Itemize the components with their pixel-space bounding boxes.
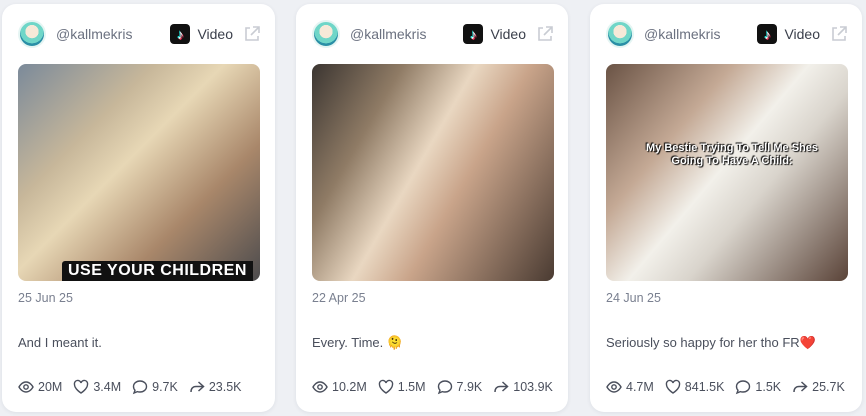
comments-stat: 7.9K: [437, 379, 483, 395]
avatar[interactable]: [312, 20, 340, 48]
comment-icon: [132, 380, 148, 395]
post-thumbnail[interactable]: USE YOUR CHILDREN: [18, 64, 260, 281]
post-type-label: Video: [490, 26, 526, 42]
tiktok-icon: ♪: [463, 24, 484, 44]
shares-stat: 103.9K: [493, 379, 553, 395]
avatar[interactable]: [18, 20, 46, 48]
likes-count: 3.4M: [93, 380, 122, 394]
comments-count: 9.7K: [152, 380, 178, 394]
tiktok-icon: ♪: [170, 24, 191, 44]
media-caption-overlay: USE YOUR CHILDREN: [62, 261, 253, 281]
author-handle[interactable]: @kallmekris: [56, 26, 132, 42]
eye-icon: [312, 381, 328, 393]
likes-stat: 841.5K: [665, 379, 725, 395]
post-date: 24 Jun 25: [606, 291, 661, 305]
post-type-label: Video: [784, 26, 820, 42]
views-stat: 20M: [18, 379, 62, 395]
post-card[interactable]: @kallmekris ♪ Video My Bestie Trying To …: [590, 4, 862, 412]
views-count: 4.7M: [626, 380, 654, 394]
post-card[interactable]: @kallmekris ♪ Video USE YOUR CHILDREN 25…: [2, 4, 275, 412]
likes-stat: 1.5M: [378, 379, 426, 395]
post-stats: 10.2M 1.5M 7.9K 103.9K: [312, 378, 564, 396]
external-link-icon[interactable]: [830, 25, 848, 43]
heart-icon: [378, 379, 393, 394]
shares-count: 25.7K: [812, 380, 845, 394]
comment-icon: [437, 380, 452, 395]
share-icon: [793, 381, 808, 393]
post-thumbnail[interactable]: My Bestie Trying To Tell Me Shes Going T…: [606, 64, 848, 281]
share-icon: [190, 381, 205, 393]
post-date: 25 Jun 25: [18, 291, 73, 305]
comments-stat: 1.5K: [735, 379, 781, 395]
views-count: 10.2M: [332, 380, 367, 394]
heart-icon: [665, 379, 681, 394]
tiktok-icon: ♪: [757, 24, 778, 44]
external-link-icon[interactable]: [243, 25, 261, 43]
author-handle[interactable]: @kallmekris: [644, 26, 720, 42]
likes-stat: 3.4M: [73, 379, 121, 395]
shares-count: 23.5K: [208, 380, 242, 394]
post-text: Every. Time. 🫠: [312, 335, 404, 350]
card-header: @kallmekris ♪ Video: [312, 18, 554, 50]
views-stat: 4.7M: [606, 379, 654, 395]
heart-icon: [74, 379, 89, 394]
eye-icon: [18, 381, 34, 393]
post-date: 22 Apr 25: [312, 291, 366, 305]
post-type-label: Video: [197, 26, 233, 42]
views-count: 20M: [38, 380, 63, 394]
views-stat: 10.2M: [312, 379, 367, 395]
author-handle[interactable]: @kallmekris: [350, 26, 426, 42]
media-caption-overlay: My Bestie Trying To Tell Me Shes Going T…: [646, 142, 818, 167]
post-thumbnail[interactable]: [312, 64, 554, 281]
eye-icon: [606, 381, 622, 393]
comment-icon: [736, 380, 751, 395]
post-card[interactable]: @kallmekris ♪ Video 22 Apr 25 Every. Tim…: [296, 4, 568, 412]
shares-stat: 23.5K: [189, 379, 242, 395]
shares-stat: 25.7K: [792, 379, 845, 395]
shares-count: 103.9K: [513, 380, 553, 394]
comments-count: 1.5K: [755, 380, 782, 394]
likes-count: 841.5K: [684, 380, 725, 394]
card-header: @kallmekris ♪ Video: [606, 18, 848, 50]
post-stats: 4.7M 841.5K 1.5K 25.7K: [606, 378, 856, 396]
comments-stat: 9.7K: [132, 379, 178, 395]
comments-count: 7.9K: [456, 380, 483, 394]
avatar[interactable]: [606, 20, 634, 48]
post-text: Seriously so happy for her tho FR❤️: [606, 335, 816, 350]
post-stats: 20M 3.4M 9.7K 23.5K: [18, 378, 253, 396]
share-icon: [494, 381, 509, 393]
post-text: And I meant it.: [18, 335, 102, 350]
card-header: @kallmekris ♪ Video: [18, 18, 261, 50]
likes-count: 1.5M: [397, 380, 426, 394]
external-link-icon[interactable]: [536, 25, 554, 43]
